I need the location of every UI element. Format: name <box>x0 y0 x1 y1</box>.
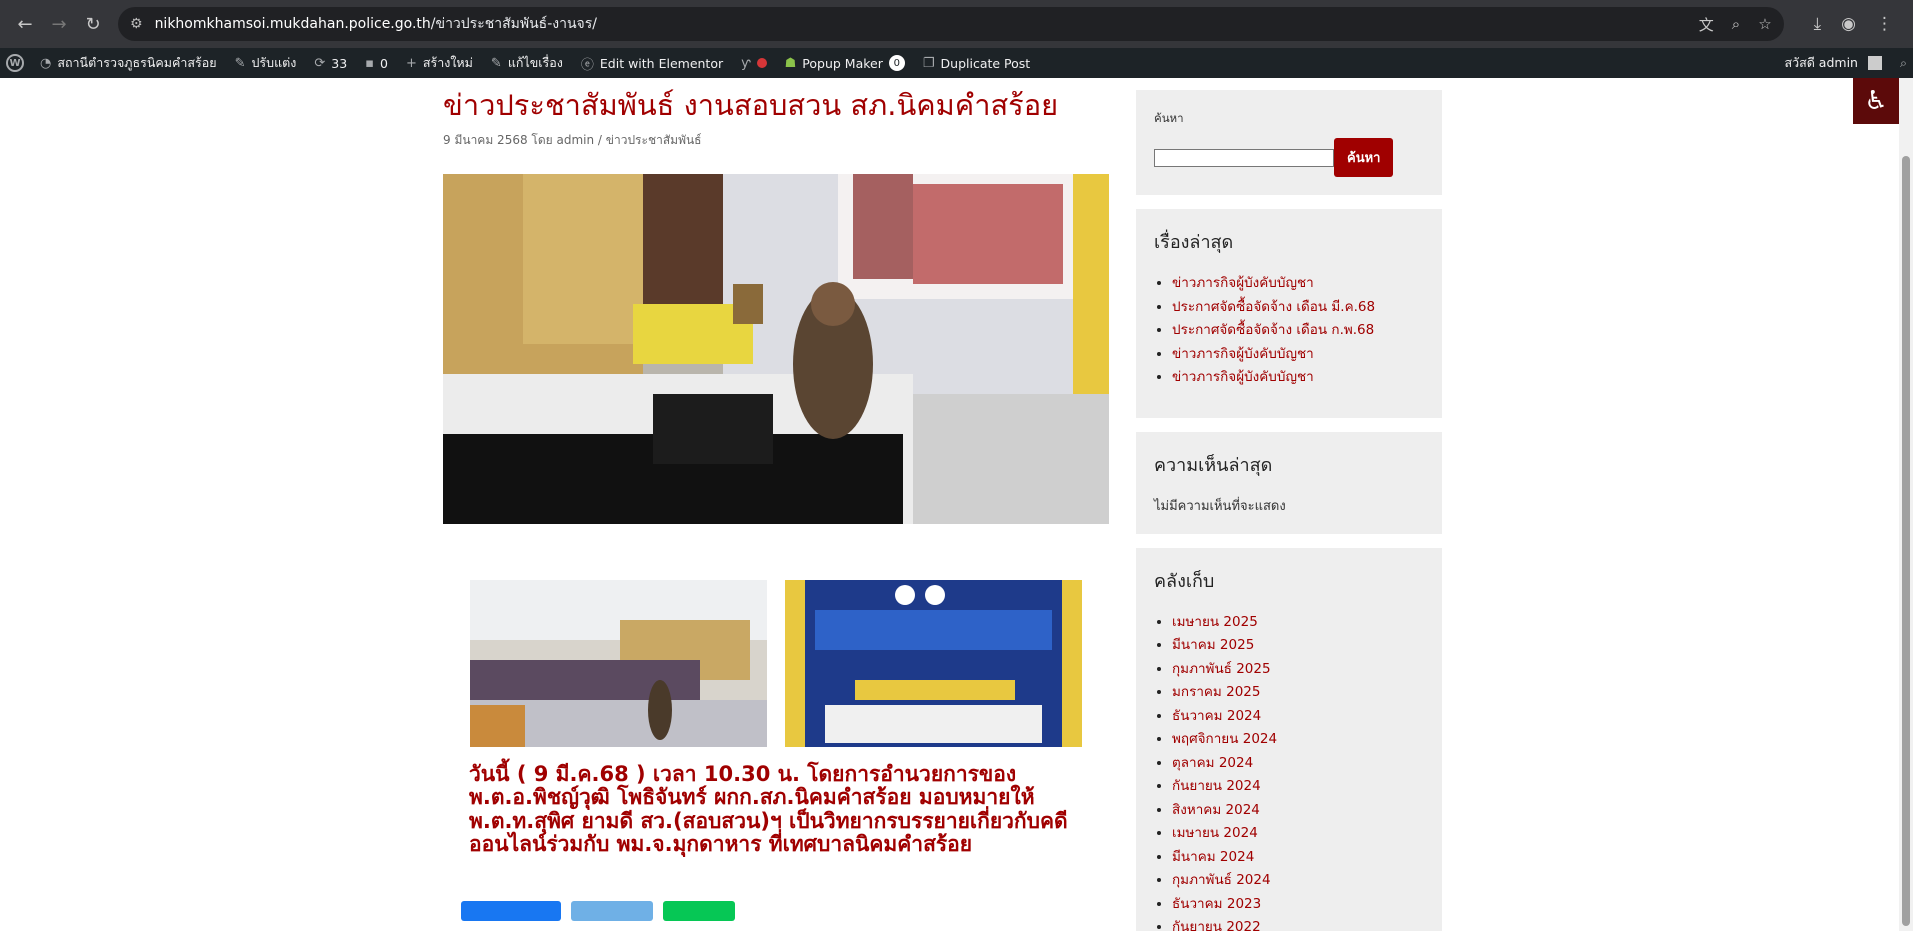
archive-link[interactable]: เมษายน 2025 <box>1172 611 1424 635</box>
post-title: ข่าวประชาสัมพันธ์ งานสอบสวน สภ.นิคมคำสร้… <box>443 88 1059 122</box>
admin-duplicate[interactable]: ❐ Duplicate Post <box>923 56 1030 71</box>
edit-label: แก้ไขเรื่อง <box>507 55 563 70</box>
recent-comments-title: ความเห็นล่าสุด <box>1154 454 1273 476</box>
popup-maker-label: Popup Maker <box>802 55 883 71</box>
bookmark-star-icon[interactable]: ☆ <box>1758 15 1771 33</box>
recent-posts-title: เรื่องล่าสุด <box>1154 232 1234 253</box>
archive-link[interactable]: มกราคม 2025 <box>1172 681 1424 705</box>
recent-posts-widget: เรื่องล่าสุด ข่าวภารกิจผู้บังคับบัญชา ปร… <box>1136 209 1442 418</box>
admin-popup-maker[interactable]: ☗ Popup Maker 0 <box>785 55 905 71</box>
menu-icon[interactable]: ⋮ <box>1876 14 1893 34</box>
archive-link[interactable]: กันยายน 2022 <box>1172 916 1424 931</box>
scrollbar[interactable] <box>1899 78 1913 931</box>
recent-post-link[interactable]: ประกาศจัดซื้อจัดจ้าง เดือน ก.พ.68 <box>1172 319 1424 343</box>
recent-post-link[interactable]: ประกาศจัดซื้อจัดจ้าง เดือน มี.ค.68 <box>1172 296 1424 320</box>
comments-count: 0 <box>380 55 388 71</box>
dashboard-icon: ◔ <box>40 55 52 71</box>
line-share-button[interactable] <box>663 900 735 921</box>
search-widget: ค้นหา ค้นหา <box>1136 90 1442 195</box>
recent-post-link[interactable]: ข่าวภารกิจผู้บังคับบัญชา <box>1172 272 1424 296</box>
no-comments-text: ไม่มีความเห็นที่จะแสดง <box>1154 498 1286 514</box>
duplicate-icon: ❐ <box>922 55 935 71</box>
recent-post-link[interactable]: ข่าวภารกิจผู้บังคับบัญชา <box>1172 343 1424 367</box>
recent-comments-widget: ความเห็นล่าสุด ไม่มีความเห็นที่จะแสดง <box>1136 431 1442 534</box>
url-text[interactable]: nikhomkhamsoi.mukdahan.police.go.th/ข่าว… <box>155 13 1681 35</box>
seo-status-dot <box>756 58 767 68</box>
sidebar: ค้นหา ค้นหา เรื่องล่าสุด ข่าวภารกิจผู้บั… <box>1136 90 1442 931</box>
page-content: ข่าวประชาสัมพันธ์ งานสอบสวน สภ.นิคมคำสร้… <box>0 78 1913 931</box>
archive-link[interactable]: ธันวาคม 2024 <box>1172 705 1424 729</box>
back-icon[interactable]: ← <box>8 7 42 41</box>
elementor-icon: ⓔ <box>580 57 594 73</box>
yoast-icon: ƴ <box>741 55 751 71</box>
admin-site-name[interactable]: ◔ สถานีตำรวจภูธรนิคมคำสร้อย <box>40 53 217 73</box>
archive-link[interactable]: ตุลาคม 2024 <box>1172 752 1424 776</box>
archive-link[interactable]: มีนาคม 2024 <box>1172 846 1424 870</box>
popup-count-badge: 0 <box>888 55 905 71</box>
post-meta: 9 มีนาคม 2568 โดย admin / ข่าวประชาสัมพั… <box>443 132 702 147</box>
search-button[interactable]: ค้นหา <box>1334 138 1394 177</box>
archive-link[interactable]: พฤศจิกายน 2024 <box>1172 728 1424 752</box>
elementor-label: Edit with Elementor <box>599 55 724 71</box>
url-path: /ข่าวประชาสัมพันธ์-งานจร/ <box>430 16 597 32</box>
admin-new[interactable]: + สร้างใหม่ <box>406 53 473 73</box>
recent-post-link[interactable]: ข่าวภารกิจผู้บังคับบัญชา <box>1172 366 1424 390</box>
admin-updates[interactable]: ⟳ 33 <box>314 56 347 71</box>
archives-title: คลังเก็บ <box>1154 570 1215 592</box>
admin-customize[interactable]: ✎ ปรับแต่ง <box>235 53 297 73</box>
gallery-poster-image[interactable] <box>785 579 1082 747</box>
url-host: nikhomkhamsoi.mukdahan.police.go.th <box>154 16 431 32</box>
admin-search-icon[interactable]: ⌕ <box>1900 55 1907 71</box>
avatar[interactable] <box>1867 56 1882 70</box>
pencil-icon: ✎ <box>490 55 502 71</box>
wordpress-logo-icon[interactable]: W <box>6 54 24 72</box>
search-label: ค้นหา <box>1154 111 1184 125</box>
image-gallery <box>470 579 1109 747</box>
address-bar[interactable]: ⚙ nikhomkhamsoi.mukdahan.police.go.th/ข่… <box>118 7 1784 41</box>
archive-link[interactable]: มีนาคม 2025 <box>1172 634 1424 658</box>
archive-link[interactable]: สิงหาคม 2024 <box>1172 799 1424 823</box>
translate-icon[interactable]: 文 <box>1699 14 1714 35</box>
archives-widget: คลังเก็บ เมษายน 2025 มีนาคม 2025 กุมภาพั… <box>1136 547 1442 931</box>
forward-icon[interactable]: → <box>42 7 76 41</box>
scrollbar-thumb[interactable] <box>1902 156 1910 926</box>
post-body: วันนี้ ( 9 มี.ค.68 ) เวลา 10.30 น. โดยกา… <box>469 761 1068 857</box>
facebook-share-button[interactable] <box>461 900 561 921</box>
updates-count: 33 <box>331 55 348 71</box>
site-info-icon[interactable]: ⚙ <box>130 16 143 32</box>
admin-comments[interactable]: ▪ 0 <box>365 56 388 71</box>
updates-icon: ⟳ <box>314 55 326 71</box>
admin-greeting[interactable]: สวัสดี admin <box>1784 53 1858 73</box>
site-name-label: สถานีตำรวจภูธรนิคมคำสร้อย <box>57 55 217 70</box>
zoom-icon[interactable]: ⌕ <box>1732 15 1740 33</box>
plus-icon: + <box>405 55 417 71</box>
download-icon[interactable]: ⤓ <box>1814 14 1822 34</box>
comment-icon: ▪ <box>365 55 374 71</box>
admin-edit[interactable]: ✎ แก้ไขเรื่อง <box>491 53 563 73</box>
wp-admin-bar: W ◔ สถานีตำรวจภูธรนิคมคำสร้อย ✎ ปรับแต่ง ⟳… <box>0 48 1913 78</box>
popup-maker-icon: ☗ <box>784 55 797 71</box>
admin-elementor[interactable]: ⓔ Edit with Elementor <box>581 54 723 73</box>
archive-link[interactable]: กุมภาพันธ์ 2024 <box>1172 869 1424 893</box>
archive-link[interactable]: ธันวาคม 2023 <box>1172 893 1424 917</box>
archive-link[interactable]: กุมภาพันธ์ 2025 <box>1172 658 1424 682</box>
new-label: สร้างใหม่ <box>422 55 473 70</box>
featured-image[interactable] <box>443 173 1109 524</box>
admin-seo[interactable]: ƴ <box>741 56 767 71</box>
accessibility-toggle-icon[interactable]: ♿ <box>1853 78 1899 124</box>
brush-icon: ✎ <box>234 55 246 71</box>
archive-link[interactable]: กันยายน 2024 <box>1172 775 1424 799</box>
profile-icon[interactable]: ◉ <box>1841 14 1856 34</box>
duplicate-label: Duplicate Post <box>940 55 1031 71</box>
post-article: ข่าวประชาสัมพันธ์ งานสอบสวน สภ.นิคมคำสร้… <box>443 88 1109 921</box>
reload-icon[interactable]: ↻ <box>76 7 110 41</box>
search-input[interactable] <box>1154 148 1334 167</box>
gallery-image[interactable] <box>470 579 767 747</box>
browser-toolbar: ← → ↻ ⚙ nikhomkhamsoi.mukdahan.police.go… <box>0 0 1913 48</box>
customize-label: ปรับแต่ง <box>251 55 297 70</box>
twitter-share-button[interactable] <box>571 900 653 921</box>
archive-link[interactable]: เมษายน 2024 <box>1172 822 1424 846</box>
share-buttons <box>461 900 1109 921</box>
